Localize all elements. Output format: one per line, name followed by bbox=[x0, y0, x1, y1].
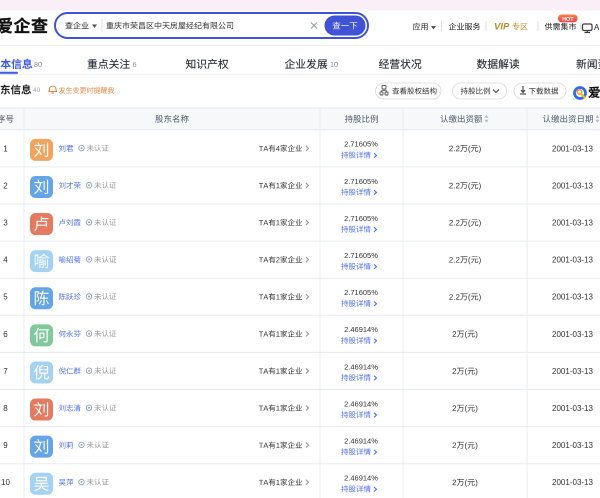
svg-text:2.46914%: 2.46914% bbox=[344, 399, 378, 408]
svg-text:8: 8 bbox=[3, 404, 8, 413]
svg-text:2001-03-13: 2001-03-13 bbox=[552, 478, 593, 487]
svg-text:2.71605%: 2.71605% bbox=[344, 140, 378, 149]
svg-text:2001-03-13: 2001-03-13 bbox=[552, 404, 593, 413]
svg-text:40: 40 bbox=[33, 87, 41, 94]
svg-text:2: 2 bbox=[3, 181, 8, 190]
svg-text:2.46914%: 2.46914% bbox=[344, 437, 378, 446]
svg-text:7: 7 bbox=[3, 367, 8, 376]
svg-text:2001-03-13: 2001-03-13 bbox=[552, 256, 593, 265]
svg-text:1: 1 bbox=[3, 144, 8, 153]
svg-text:2001-03-13: 2001-03-13 bbox=[552, 330, 593, 339]
svg-text:2001-03-13: 2001-03-13 bbox=[552, 218, 593, 227]
svg-text:4: 4 bbox=[3, 256, 8, 265]
svg-text:VIP: VIP bbox=[494, 22, 510, 33]
svg-text:2.46914%: 2.46914% bbox=[344, 474, 378, 483]
svg-text:2001-03-13: 2001-03-13 bbox=[552, 293, 593, 302]
svg-text:10: 10 bbox=[1, 478, 10, 487]
svg-text:2001-03-13: 2001-03-13 bbox=[552, 181, 593, 190]
svg-text:2.71605%: 2.71605% bbox=[344, 288, 378, 297]
svg-text:5: 5 bbox=[3, 293, 8, 302]
svg-text:2.71605%: 2.71605% bbox=[344, 214, 378, 223]
svg-text:6: 6 bbox=[133, 60, 137, 69]
svg-text:9: 9 bbox=[3, 441, 8, 450]
svg-text:2001-03-13: 2001-03-13 bbox=[552, 441, 593, 450]
svg-text:80: 80 bbox=[34, 60, 42, 69]
svg-text:6: 6 bbox=[3, 330, 8, 339]
svg-text:AP: AP bbox=[594, 23, 600, 32]
svg-text:2.71605%: 2.71605% bbox=[344, 251, 378, 260]
svg-text:10: 10 bbox=[330, 60, 338, 69]
svg-text:2.46914%: 2.46914% bbox=[344, 362, 378, 371]
svg-text:2001-03-13: 2001-03-13 bbox=[552, 367, 593, 376]
svg-text:HOT: HOT bbox=[562, 17, 574, 23]
svg-text:2001-03-13: 2001-03-13 bbox=[552, 144, 593, 153]
svg-text:2.46914%: 2.46914% bbox=[344, 325, 378, 334]
svg-text:2.71605%: 2.71605% bbox=[344, 177, 378, 186]
svg-text:3: 3 bbox=[3, 218, 8, 227]
